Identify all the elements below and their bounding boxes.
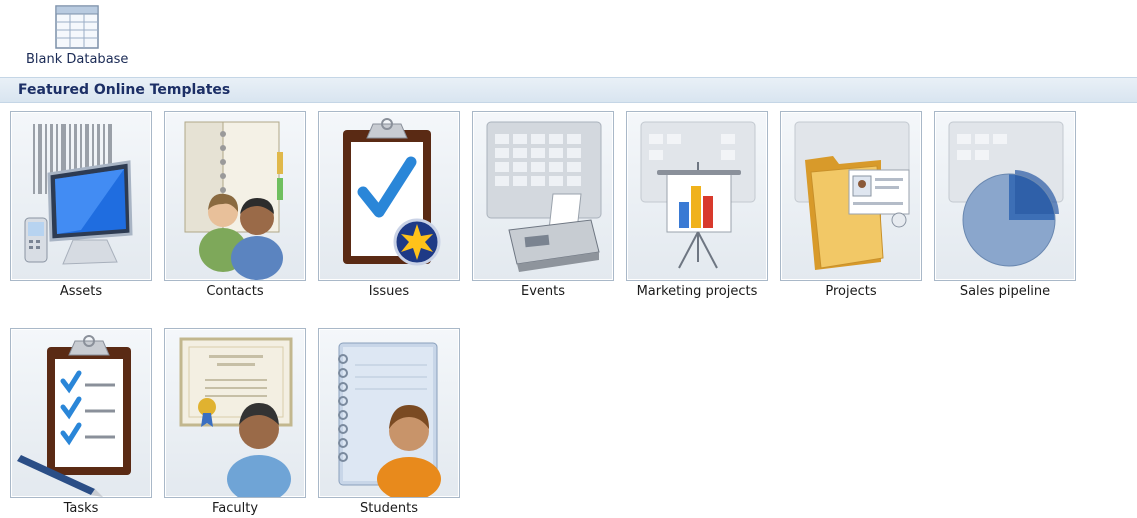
template-label: Assets (59, 284, 103, 299)
table-grid-icon (55, 5, 99, 49)
task-list-icon (17, 335, 131, 497)
template-issues[interactable]: Issues (318, 111, 460, 299)
featured-templates-header: Featured Online Templates (0, 77, 1137, 103)
template-label: Faculty (211, 501, 259, 516)
computer-monitor-icon (24, 124, 133, 265)
pie-chart-icon (948, 121, 1064, 267)
template-projects[interactable]: Projects (780, 111, 922, 299)
clipboard-check-icon (343, 118, 441, 266)
template-tasks[interactable]: Tasks (10, 328, 152, 516)
template-label: Contacts (206, 284, 264, 299)
template-label: Events (520, 284, 565, 299)
blank-database-label: Blank Database (26, 52, 129, 67)
folder-icon (794, 121, 910, 270)
blank-database-button[interactable]: Blank Database (20, 4, 129, 67)
template-students[interactable]: Students (318, 328, 460, 516)
notebook-person-icon (338, 342, 441, 497)
template-label: Students (360, 501, 418, 516)
template-label: Projects (825, 284, 877, 299)
template-label: Tasks (63, 501, 99, 516)
template-marketing-projects[interactable]: Marketing projects (626, 111, 768, 299)
template-label: Marketing projects (636, 284, 758, 299)
template-events[interactable]: Events (472, 111, 614, 299)
template-faculty[interactable]: Faculty (164, 328, 306, 516)
template-label: Sales pipeline (959, 284, 1051, 299)
template-contacts[interactable]: Contacts (164, 111, 306, 299)
template-sales-pipeline[interactable]: Sales pipeline (934, 111, 1076, 299)
template-assets[interactable]: Assets (10, 111, 152, 299)
fax-calendar-icon (486, 121, 602, 272)
certificate-person-icon (179, 337, 293, 497)
presentation-chart-icon (640, 121, 756, 269)
featured-templates-title: Featured Online Templates (18, 82, 231, 98)
people-icon (184, 121, 283, 280)
template-label: Issues (368, 284, 410, 299)
